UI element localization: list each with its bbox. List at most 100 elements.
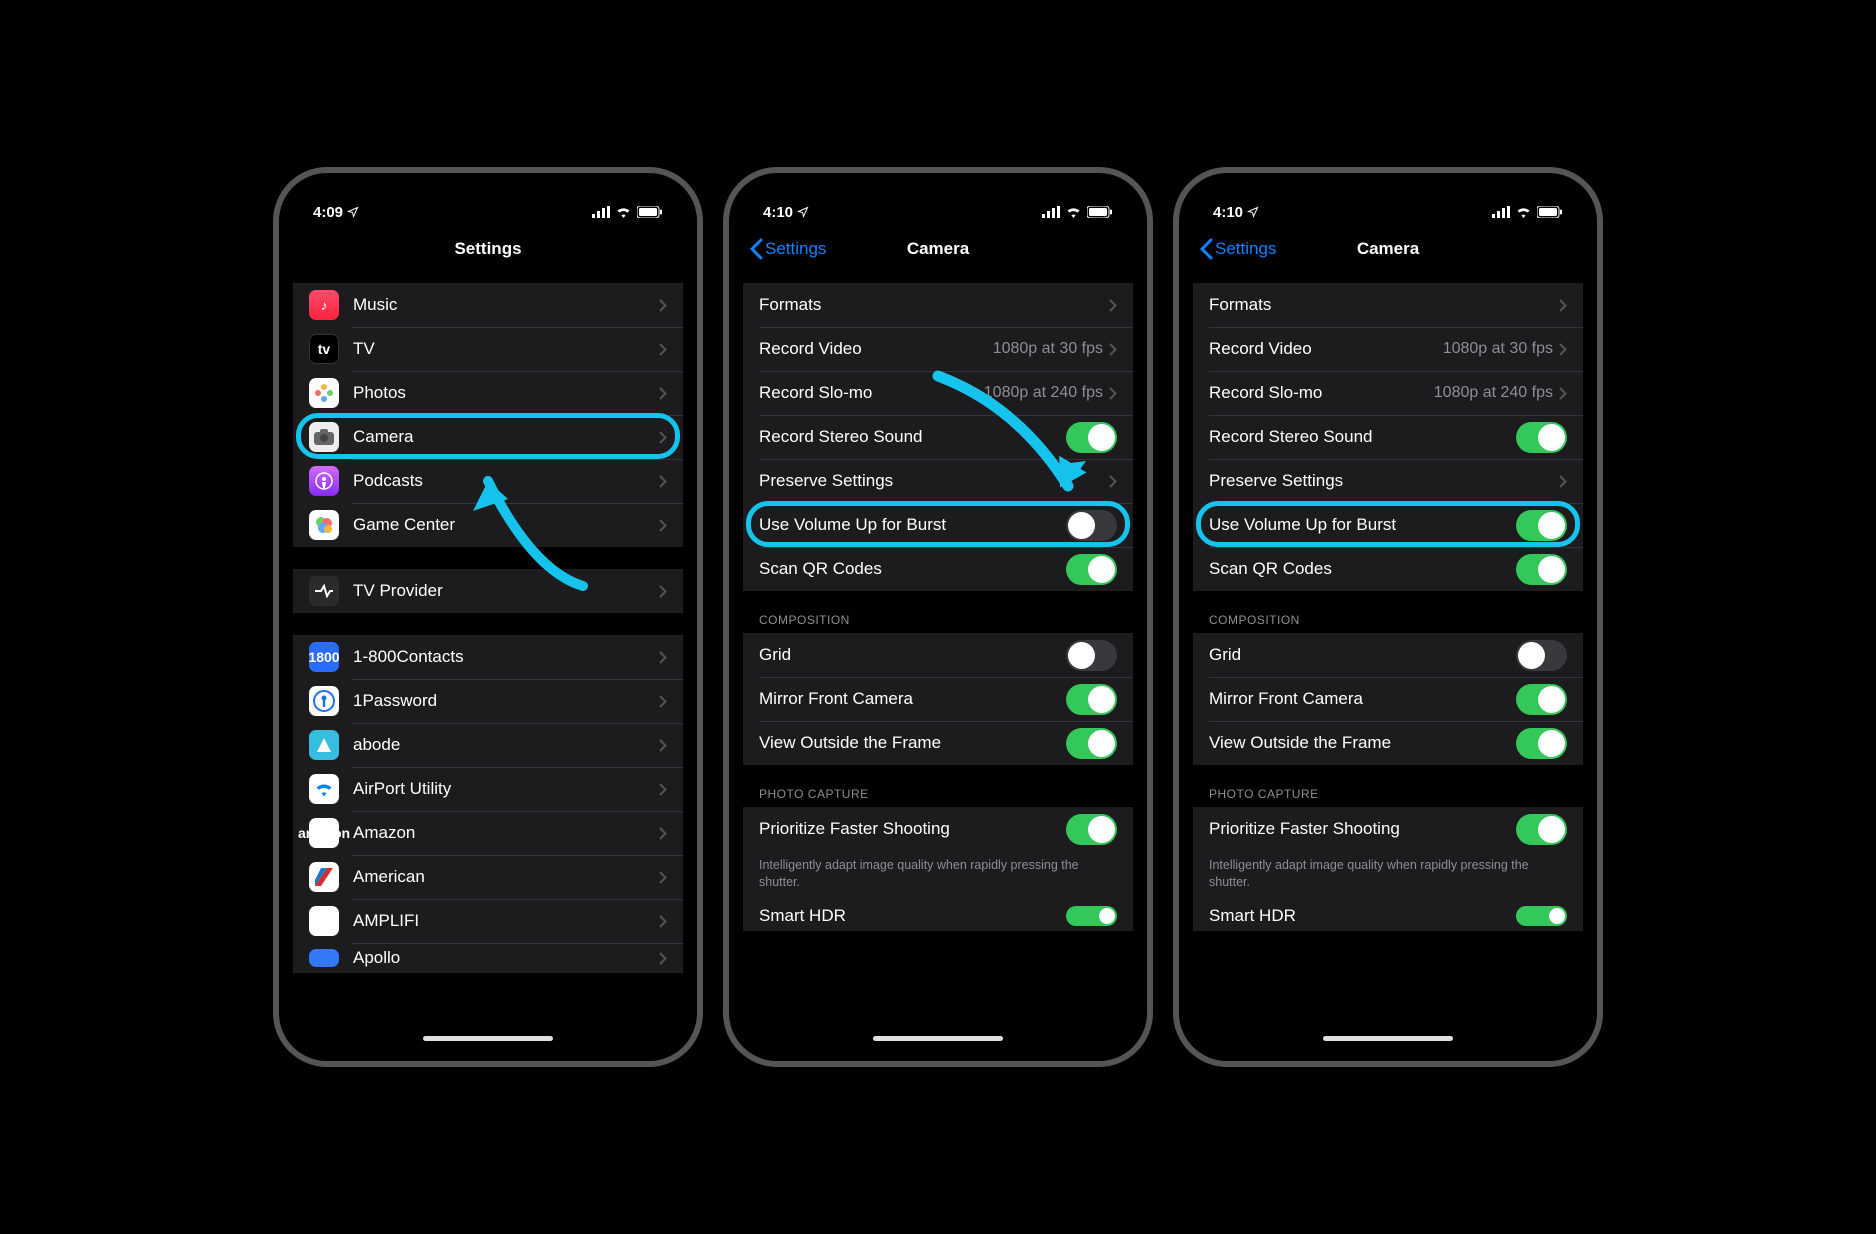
camera-content[interactable]: Formats Record Video 1080p at 30 fps Rec… <box>743 271 1133 1047</box>
toggle-mirror-front[interactable] <box>1066 684 1117 715</box>
toggle-volume-burst[interactable] <box>1516 510 1567 541</box>
settings-content[interactable]: ♪ Music tv TV Photos <box>293 271 683 1047</box>
row-smart-hdr[interactable]: Smart HDR <box>743 901 1133 931</box>
home-indicator[interactable] <box>1323 1036 1453 1041</box>
toggle-stereo-sound[interactable] <box>1066 422 1117 453</box>
back-label: Settings <box>765 239 826 259</box>
podcasts-icon <box>309 466 339 496</box>
back-button[interactable]: Settings <box>749 227 826 271</box>
row-volume-burst[interactable]: Use Volume Up for Burst <box>1193 503 1583 547</box>
list-item-1password[interactable]: 1Password <box>293 679 683 723</box>
row-smart-hdr[interactable]: Smart HDR <box>1193 901 1583 931</box>
row-prioritize-faster[interactable]: Prioritize Faster Shooting <box>1193 807 1583 851</box>
list-item-abode[interactable]: abode <box>293 723 683 767</box>
row-record-slomo[interactable]: Record Slo-mo 1080p at 240 fps <box>743 371 1133 415</box>
row-label: Record Stereo Sound <box>1209 427 1516 447</box>
camera-group-photo: Prioritize Faster Shooting Intelligently… <box>743 807 1133 931</box>
row-label: Preserve Settings <box>759 471 1109 491</box>
toggle-scan-qr[interactable] <box>1516 554 1567 585</box>
list-item-tv[interactable]: tv TV <box>293 327 683 371</box>
chevron-left-icon <box>1199 238 1213 260</box>
toggle-stereo-sound[interactable] <box>1516 422 1567 453</box>
list-item-amazon[interactable]: amazon Amazon <box>293 811 683 855</box>
row-record-video[interactable]: Record Video 1080p at 30 fps <box>743 327 1133 371</box>
row-record-video[interactable]: Record Video 1080p at 30 fps <box>1193 327 1583 371</box>
row-mirror-front[interactable]: Mirror Front Camera <box>743 677 1133 721</box>
app-icon: AMP <box>309 906 339 936</box>
list-item-amplifi[interactable]: AMP AMPLIFI <box>293 899 683 943</box>
list-item-label: Game Center <box>353 515 659 535</box>
location-arrow-icon <box>797 206 809 218</box>
chevron-right-icon <box>1559 387 1567 400</box>
phone-2: 4:10 Settings Camera Formats <box>723 167 1153 1067</box>
home-indicator[interactable] <box>423 1036 553 1041</box>
list-item-gamecenter[interactable]: Game Center <box>293 503 683 547</box>
list-item-music[interactable]: ♪ Music <box>293 283 683 327</box>
chevron-right-icon <box>659 739 667 752</box>
toggle-prioritize-faster[interactable] <box>1066 814 1117 845</box>
row-view-outside-frame[interactable]: View Outside the Frame <box>1193 721 1583 765</box>
wifi-icon <box>1065 206 1082 218</box>
toggle-grid[interactable] <box>1516 640 1567 671</box>
row-preserve-settings[interactable]: Preserve Settings <box>1193 459 1583 503</box>
section-header-composition: COMPOSITION <box>1193 591 1583 633</box>
list-item-apollo[interactable]: Apollo <box>293 943 683 973</box>
toggle-volume-burst[interactable] <box>1066 510 1117 541</box>
footer-caption: Intelligently adapt image quality when r… <box>1193 851 1583 901</box>
chevron-right-icon <box>659 585 667 598</box>
camera-group-photo: Prioritize Faster Shooting Intelligently… <box>1193 807 1583 931</box>
row-grid[interactable]: Grid <box>1193 633 1583 677</box>
list-item-airport[interactable]: AirPort Utility <box>293 767 683 811</box>
row-label: Formats <box>759 295 1109 315</box>
row-label: Record Stereo Sound <box>759 427 1066 447</box>
back-button[interactable]: Settings <box>1199 227 1276 271</box>
row-prioritize-faster[interactable]: Prioritize Faster Shooting <box>743 807 1133 851</box>
home-indicator[interactable] <box>873 1036 1003 1041</box>
cellular-signal-icon <box>1492 206 1510 218</box>
footer-caption: Intelligently adapt image quality when r… <box>743 851 1133 901</box>
row-formats[interactable]: Formats <box>1193 283 1583 327</box>
row-scan-qr[interactable]: Scan QR Codes <box>743 547 1133 591</box>
row-volume-burst[interactable]: Use Volume Up for Burst <box>743 503 1133 547</box>
row-grid[interactable]: Grid <box>743 633 1133 677</box>
row-scan-qr[interactable]: Scan QR Codes <box>1193 547 1583 591</box>
toggle-scan-qr[interactable] <box>1066 554 1117 585</box>
list-item-podcasts[interactable]: Podcasts <box>293 459 683 503</box>
chevron-right-icon <box>1109 475 1117 488</box>
camera-content[interactable]: Formats Record Video 1080p at 30 fps Rec… <box>1193 271 1583 1047</box>
row-label: Smart HDR <box>759 906 1066 926</box>
list-item-1800contacts[interactable]: 1800 1-800Contacts <box>293 635 683 679</box>
toggle-smart-hdr[interactable] <box>1066 906 1117 926</box>
settings-group-apps: 1800 1-800Contacts 1Password abode <box>293 635 683 973</box>
notch <box>838 187 1038 215</box>
list-item-american[interactable]: American <box>293 855 683 899</box>
row-formats[interactable]: Formats <box>743 283 1133 327</box>
toggle-prioritize-faster[interactable] <box>1516 814 1567 845</box>
battery-icon <box>1537 206 1563 218</box>
toggle-mirror-front[interactable] <box>1516 684 1567 715</box>
list-item-photos[interactable]: Photos <box>293 371 683 415</box>
toggle-smart-hdr[interactable] <box>1516 906 1567 926</box>
chevron-right-icon <box>659 827 667 840</box>
row-stereo-sound[interactable]: Record Stereo Sound <box>743 415 1133 459</box>
list-item-label: Apollo <box>353 948 659 968</box>
battery-icon <box>1087 206 1113 218</box>
status-time: 4:10 <box>763 204 793 221</box>
wifi-icon <box>615 206 632 218</box>
toggle-grid[interactable] <box>1066 640 1117 671</box>
row-view-outside-frame[interactable]: View Outside the Frame <box>743 721 1133 765</box>
row-label: Use Volume Up for Burst <box>1209 515 1516 535</box>
list-item-label: American <box>353 867 659 887</box>
list-item-camera[interactable]: Camera <box>293 415 683 459</box>
toggle-view-outside-frame[interactable] <box>1516 728 1567 759</box>
row-preserve-settings[interactable]: Preserve Settings <box>743 459 1133 503</box>
toggle-view-outside-frame[interactable] <box>1066 728 1117 759</box>
row-mirror-front[interactable]: Mirror Front Camera <box>1193 677 1583 721</box>
row-record-slomo[interactable]: Record Slo-mo 1080p at 240 fps <box>1193 371 1583 415</box>
chevron-right-icon <box>1559 343 1567 356</box>
chevron-right-icon <box>659 651 667 664</box>
app-icon <box>309 686 339 716</box>
row-stereo-sound[interactable]: Record Stereo Sound <box>1193 415 1583 459</box>
row-label: Prioritize Faster Shooting <box>1209 819 1516 839</box>
list-item-tvprovider[interactable]: TV Provider <box>293 569 683 613</box>
